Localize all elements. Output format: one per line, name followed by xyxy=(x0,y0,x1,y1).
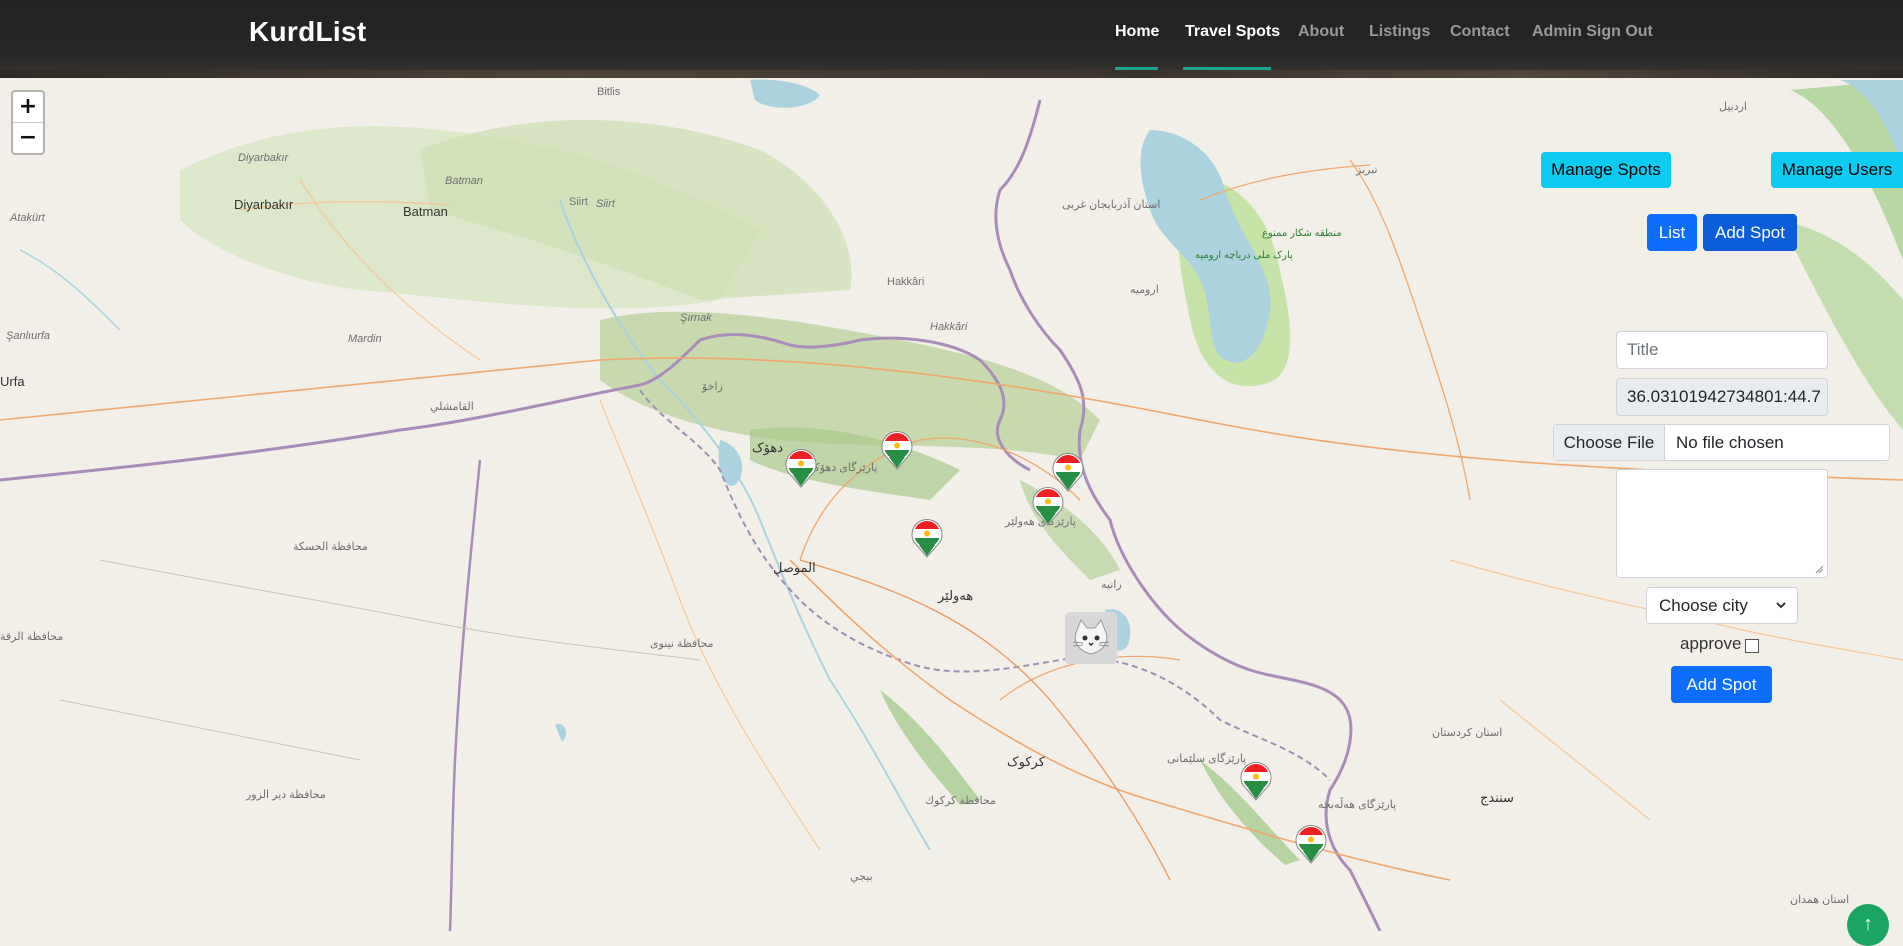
kurdistan-flag-pin-icon xyxy=(881,431,913,470)
map-label-hamadan: استان همدان xyxy=(1790,894,1850,906)
map-label-atakurt: Atakürt xyxy=(10,212,45,224)
map-label-halabja-province: پارێزگای هەڵەبجە xyxy=(1318,799,1397,811)
map-label-urmia: ارومیه xyxy=(1130,284,1159,296)
map-label-duhok-province: پارێزگای دهۆک xyxy=(810,462,878,474)
map-label-duhok: دهۆک xyxy=(752,440,783,455)
map-label-hakkari: Hakkâri xyxy=(887,276,925,288)
map-label-ardabil: اردبیل xyxy=(1719,101,1747,113)
nav-travel-spots[interactable]: Travel Spots xyxy=(1185,23,1280,41)
kurdistan-flag-pin-icon xyxy=(911,519,943,558)
description-textarea[interactable] xyxy=(1616,469,1828,578)
kurdistan-flag-pin-icon xyxy=(1295,825,1327,864)
nav-admin-sign-out[interactable]: Admin Sign Out xyxy=(1532,23,1653,41)
title-input[interactable]: Title xyxy=(1616,331,1828,369)
resize-grip-icon[interactable] xyxy=(1814,564,1824,574)
add-spot-submit-button[interactable]: Add Spot xyxy=(1671,666,1772,703)
spot-marker[interactable] xyxy=(1294,824,1328,864)
zoom-out-button[interactable]: − xyxy=(13,122,43,153)
map-label-mardin: Mardin xyxy=(348,333,382,345)
map-label-sanliurfa: Şanlıurfa xyxy=(6,330,51,342)
scroll-to-top-button[interactable]: ↑ xyxy=(1847,904,1889,946)
spot-marker[interactable] xyxy=(1239,761,1273,801)
spot-marker[interactable] xyxy=(880,430,914,470)
map-label-diyarbakir-small: Diyarbakır xyxy=(238,152,289,164)
nav-contact[interactable]: Contact xyxy=(1450,23,1510,41)
map-label-raqqa: محافظة الرقة xyxy=(0,631,64,643)
map-label-kirkuk: کرکوک xyxy=(1007,754,1045,769)
arrow-up-icon: ↑ xyxy=(1863,913,1873,935)
navbar-banner-strip xyxy=(0,70,1903,78)
add-spot-toggle-button[interactable]: Add Spot xyxy=(1703,214,1797,251)
choose-file-button[interactable]: Choose File xyxy=(1554,425,1665,460)
map-label-erbil: هەولێر xyxy=(938,588,974,603)
coordinates-input[interactable]: 36.03101942734801:44.7 xyxy=(1616,378,1828,416)
list-button[interactable]: List xyxy=(1647,214,1697,251)
map-label-rania: رانیه xyxy=(1101,579,1122,591)
map-label-urfa: Urfa xyxy=(0,374,25,389)
city-select-value: Choose city xyxy=(1659,596,1748,615)
nav-travel-spots-underline xyxy=(1183,67,1271,70)
map-label-zakho: زاخۆ xyxy=(702,381,723,393)
map-label-west-azerbaijan: استان آذربایجان غربی xyxy=(1062,199,1161,211)
spot-marker[interactable] xyxy=(1031,486,1065,526)
map-label-sirnak: Şırnak xyxy=(680,312,712,324)
cat-icon xyxy=(1065,612,1117,664)
map-label-sulaymaniyah: پارێزگای سلێمانی xyxy=(1167,753,1247,765)
map-label-protected-area: منطقه شکار ممنوع xyxy=(1262,228,1342,239)
chevron-down-icon xyxy=(1775,588,1787,635)
map-label-hakkari-2: Hakkâri xyxy=(930,321,968,333)
map-label-diyarbakir: Diyarbakır xyxy=(234,197,294,212)
brand-logo[interactable]: KurdList xyxy=(249,16,367,48)
map-label-siirt: Siirt xyxy=(596,198,615,210)
nav-home[interactable]: Home xyxy=(1115,23,1159,41)
city-select[interactable]: Choose city xyxy=(1646,587,1798,624)
map-label-baiji: بيجي xyxy=(850,871,873,883)
map-label-bitlis: Bitlis xyxy=(597,86,621,98)
map-label-kirkuk-governorate: محافظة كركوك xyxy=(925,795,996,807)
map-label-qamishli: القامشلي xyxy=(430,401,474,413)
map-label-lake-urmia-park: پارک ملی دریاچه ارومیه xyxy=(1195,250,1293,261)
approve-label: approve xyxy=(1680,634,1742,653)
file-name-text: No file chosen xyxy=(1676,433,1784,452)
new-spot-cat-marker[interactable] xyxy=(1065,612,1117,664)
zoom-in-button[interactable]: + xyxy=(13,92,43,122)
map-label-sanandaj: سنندج xyxy=(1480,790,1514,805)
map-label-deir: محافظة دير الزور xyxy=(246,789,326,801)
map-label-batman-small: Batman xyxy=(445,175,483,187)
map-zoom-control: + − xyxy=(11,90,45,155)
kurdistan-flag-pin-icon xyxy=(785,449,817,488)
nav-about[interactable]: About xyxy=(1298,23,1344,41)
top-navbar: KurdList Home Travel Spots About Listing… xyxy=(0,0,1903,78)
approve-checkbox[interactable] xyxy=(1745,639,1759,653)
image-file-input[interactable]: Choose File No file chosen xyxy=(1553,424,1890,461)
map-label-mosul: الموصل xyxy=(773,560,816,575)
kurdistan-flag-pin-icon xyxy=(1032,487,1064,526)
nav-home-underline xyxy=(1115,67,1158,70)
map-label-nineveh: محافظة نينوى xyxy=(650,638,714,650)
spot-marker[interactable] xyxy=(784,448,818,488)
map-label-hasakah: محافظة الحسكة xyxy=(293,541,368,553)
nav-listings[interactable]: Listings xyxy=(1369,23,1430,41)
kurdistan-flag-pin-icon xyxy=(1240,762,1272,801)
map-label-siirt-small: Siirt xyxy=(569,196,588,208)
map-label-tabriz: تبریز xyxy=(1356,164,1378,176)
spot-marker[interactable] xyxy=(910,518,944,558)
manage-spots-button[interactable]: Manage Spots xyxy=(1541,152,1671,188)
manage-users-button[interactable]: Manage Users xyxy=(1771,152,1903,188)
map-label-kurdistan-province: استان کردستان xyxy=(1432,727,1503,739)
map-label-batman: Batman xyxy=(403,204,448,219)
